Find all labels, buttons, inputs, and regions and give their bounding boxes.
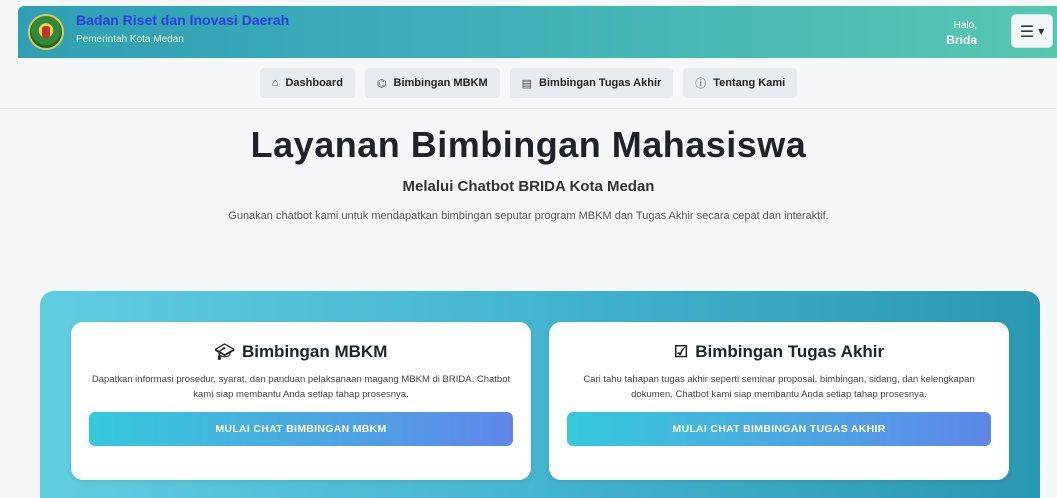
- document-icon: ▤: [521, 77, 533, 90]
- top-header: Badan Riset dan Inovasi Daerah Pemerinta…: [18, 6, 1057, 58]
- card-title: 🎓︎ Bimbingan MBKM: [71, 342, 531, 362]
- nav-tentang-kami[interactable]: ⓘ Tentang Kami: [683, 68, 798, 98]
- user-name: Brida: [946, 33, 977, 47]
- card-description: Cari tahu tahapan tugas akhir seperti se…: [583, 374, 975, 400]
- card-title-text: Bimbingan MBKM: [241, 342, 388, 361]
- card-description: Dapatkan informasi prosedur, syarat, dan…: [91, 374, 511, 400]
- nav-bimbingan-tugas-akhir[interactable]: ▤ Bimbingan Tugas Akhir: [509, 68, 674, 98]
- graduation-cap-icon: 🎓︎: [214, 344, 235, 361]
- greeting-text: Halo,: [953, 20, 977, 31]
- nav-bimbingan-mbkm[interactable]: ⌬ Bimbingan MBKM: [364, 68, 500, 98]
- info-icon: ⓘ: [695, 78, 707, 90]
- page-title: Layanan Bimbingan Mahasiswa: [250, 124, 807, 165]
- nav-tentang-kami-label: Tentang Kami: [713, 77, 786, 89]
- org-title[interactable]: Badan Riset dan Inovasi Daerah: [76, 12, 289, 28]
- checklist-icon: ☑: [673, 344, 689, 361]
- user-greeting: Halo, Brida: [946, 18, 977, 48]
- card-bimbingan-mbkm: 🎓︎ Bimbingan MBKM Dapatkan informasi pro…: [71, 322, 531, 480]
- graduation-cap-icon: ⌬: [376, 77, 387, 90]
- page-subtitle: Melalui Chatbot BRIDA Kota Medan: [402, 178, 655, 195]
- org-subtitle: Pemerintah Kota Medan: [76, 34, 184, 45]
- nav-bimbingan-tugas-akhir-label: Bimbingan Tugas Akhir: [539, 77, 662, 89]
- card-title: ☑ Bimbingan Tugas Akhir: [549, 342, 1009, 362]
- nav-bimbingan-mbkm-label: Bimbingan MBKM: [393, 77, 488, 89]
- card-bimbingan-tugas-akhir: ☑ Bimbingan Tugas Akhir Cari tahu tahapa…: [549, 322, 1009, 480]
- card-title-text: Bimbingan Tugas Akhir: [695, 342, 885, 361]
- home-icon: ⌂: [271, 77, 279, 89]
- page-description: Gunakan chatbot kami untuk mendapatkan b…: [228, 210, 829, 222]
- nav-dashboard-label: Dashboard: [285, 77, 343, 89]
- main-nav: ⌂ Dashboard ⌬ Bimbingan MBKM ▤ Bimbingan…: [0, 68, 1057, 98]
- chevron-down-icon: ▼: [1038, 26, 1045, 36]
- start-chat-mbkm-button[interactable]: MULAI CHAT BIMBINGAN MBKM: [89, 412, 513, 446]
- start-chat-tugas-akhir-button[interactable]: MULAI CHAT BIMBINGAN TUGAS AKHIR: [567, 412, 991, 446]
- city-logo[interactable]: [28, 14, 64, 50]
- nav-dashboard[interactable]: ⌂ Dashboard: [259, 68, 355, 98]
- hamburger-icon: ☰: [1019, 21, 1035, 41]
- menu-button[interactable]: ☰ ▼: [1011, 14, 1053, 48]
- nav-divider: [0, 108, 1057, 109]
